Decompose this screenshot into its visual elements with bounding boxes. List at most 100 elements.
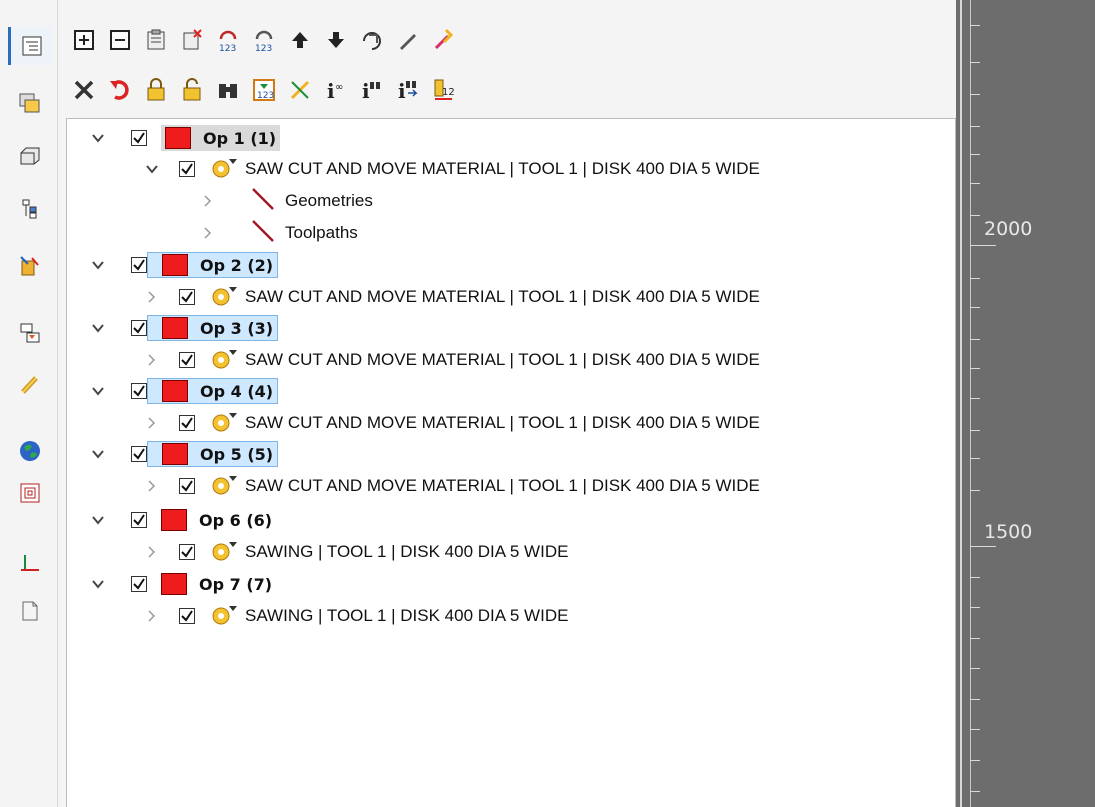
renumber-button[interactable]: 123 xyxy=(210,23,246,57)
ruler-tick xyxy=(970,577,980,578)
graphics-viewport[interactable]: 2000 1500 xyxy=(956,0,1095,807)
op-7-checkbox[interactable] xyxy=(131,576,147,592)
tree-tab-icon[interactable] xyxy=(8,190,52,228)
chevron-right-icon[interactable] xyxy=(199,224,217,242)
toolpath-checkbox[interactable] xyxy=(179,289,195,305)
chevron-down-icon[interactable] xyxy=(89,445,107,463)
layers-manager-icon[interactable] xyxy=(8,474,52,512)
toolpath-checkbox[interactable] xyxy=(179,352,195,368)
toolpaths-tab-icon[interactable] xyxy=(8,27,52,65)
tree-row-op-7[interactable]: Op 7 (7) xyxy=(89,569,276,599)
op-7-label-box[interactable]: Op 7 (7) xyxy=(147,571,276,597)
ruler-tick xyxy=(970,126,980,127)
regenerate-button[interactable] xyxy=(354,23,390,57)
collapse-all-button[interactable] xyxy=(102,23,138,57)
op-6-label-box[interactable]: Op 6 (6) xyxy=(147,507,276,533)
op-1-checkbox[interactable] xyxy=(131,130,147,146)
delete-document-button[interactable] xyxy=(174,23,210,57)
pencil-button[interactable] xyxy=(390,23,426,57)
tree-row-op-3[interactable]: Op 3 (3) xyxy=(89,313,279,343)
statistics-button[interactable] xyxy=(282,73,318,107)
tree-row-op-1[interactable]: Op 1 (1) xyxy=(89,123,281,153)
tree-row-op-7-toolpath[interactable]: SAWING | TOOL 1 | DISK 400 DIA 5 WIDE xyxy=(143,601,568,631)
tree-row-op-3-toolpath[interactable]: SAW CUT AND MOVE MATERIAL | TOOL 1 | DIS… xyxy=(143,345,760,375)
chevron-right-icon[interactable] xyxy=(143,607,161,625)
solids-tab-icon[interactable] xyxy=(8,137,52,175)
chevron-down-icon[interactable] xyxy=(89,382,107,400)
tree-row-op-2-toolpath[interactable]: SAW CUT AND MOVE MATERIAL | TOOL 1 | DIS… xyxy=(143,282,760,312)
tree-row-geometries[interactable]: Geometries xyxy=(199,186,373,216)
info-find-button[interactable]: i xyxy=(354,73,390,107)
toolpath-checkbox[interactable] xyxy=(179,608,195,624)
tree-row-op-1-toolpath[interactable]: SAW CUT AND MOVE MATERIAL | TOOL 1 | DIS… xyxy=(143,154,760,184)
op-7-label: Op 7 (7) xyxy=(199,574,273,594)
op-4-label-box[interactable]: Op 4 (4) xyxy=(147,378,279,404)
lock-button[interactable] xyxy=(138,73,174,107)
saw-toolpath-icon xyxy=(209,473,239,499)
tree-row-op-5[interactable]: Op 5 (5) xyxy=(89,439,279,469)
expand-all-button[interactable] xyxy=(66,23,102,57)
unlock-button[interactable] xyxy=(174,73,210,107)
ruler-tick xyxy=(970,25,980,26)
op-6-checkbox[interactable] xyxy=(131,512,147,528)
chevron-down-icon[interactable] xyxy=(143,160,161,178)
tree-row-op-2[interactable]: Op 2 (2) xyxy=(89,250,279,280)
op-3-label: Op 3 (3) xyxy=(200,318,274,338)
info-move-button[interactable]: i xyxy=(390,73,426,107)
delete-button[interactable] xyxy=(66,73,102,107)
op-3-label-box[interactable]: Op 3 (3) xyxy=(147,315,279,341)
renumber-ops-button[interactable]: 123 xyxy=(246,73,282,107)
toolpath-checkbox[interactable] xyxy=(179,415,195,431)
op-1-label-box[interactable]: Op 1 (1) xyxy=(161,125,281,151)
toolpath-checkbox[interactable] xyxy=(179,544,195,560)
link-tab-icon[interactable] xyxy=(8,366,52,404)
op-5-checkbox[interactable] xyxy=(131,446,147,462)
op-2-label: Op 2 (2) xyxy=(200,255,274,275)
chevron-right-icon[interactable] xyxy=(143,543,161,561)
geometry-line-icon xyxy=(251,187,275,215)
op-3-checkbox[interactable] xyxy=(131,320,147,336)
tree-row-op-4-toolpath[interactable]: SAW CUT AND MOVE MATERIAL | TOOL 1 | DIS… xyxy=(143,408,760,438)
chevron-right-icon[interactable] xyxy=(143,288,161,306)
tree-row-toolpaths[interactable]: Toolpaths xyxy=(199,218,358,248)
layers-tab-icon[interactable] xyxy=(8,84,52,122)
chevron-down-icon[interactable] xyxy=(89,511,107,529)
saw-toolpath-icon xyxy=(209,347,239,373)
globe-tab-icon[interactable] xyxy=(8,432,52,470)
toolpath-checkbox[interactable] xyxy=(179,161,195,177)
magic-wand-button[interactable] xyxy=(426,23,462,57)
find-binoculars-button[interactable] xyxy=(210,73,246,107)
toolpath-checkbox[interactable] xyxy=(179,478,195,494)
toolpath-transform-icon[interactable] xyxy=(8,247,52,285)
transfer-tab-icon[interactable] xyxy=(8,314,52,352)
undo-button[interactable] xyxy=(102,73,138,107)
axis-tab-icon[interactable] xyxy=(8,544,52,582)
op-5-label-box[interactable]: Op 5 (5) xyxy=(147,441,279,467)
op-2-label-box[interactable]: Op 2 (2) xyxy=(147,252,279,278)
op-4-checkbox[interactable] xyxy=(131,383,147,399)
number-12-button[interactable]: 12 xyxy=(426,73,462,107)
chevron-down-icon[interactable] xyxy=(89,129,107,147)
tree-row-op-6-toolpath[interactable]: SAWING | TOOL 1 | DISK 400 DIA 5 WIDE xyxy=(143,537,568,567)
tree-row-op-6[interactable]: Op 6 (6) xyxy=(89,505,276,535)
chevron-right-icon[interactable] xyxy=(143,414,161,432)
document-tab-icon[interactable] xyxy=(8,592,52,630)
op-color-swatch xyxy=(162,443,188,465)
svg-text:12: 12 xyxy=(442,87,455,98)
chevron-down-icon[interactable] xyxy=(89,575,107,593)
chevron-down-icon[interactable] xyxy=(89,256,107,274)
move-up-button[interactable] xyxy=(282,23,318,57)
move-down-button[interactable] xyxy=(318,23,354,57)
tree-row-op-4[interactable]: Op 4 (4) xyxy=(89,376,279,406)
op-2-checkbox[interactable] xyxy=(131,257,147,273)
chevron-right-icon[interactable] xyxy=(199,192,217,210)
clipboard-button[interactable] xyxy=(138,23,174,57)
chevron-right-icon[interactable] xyxy=(143,477,161,495)
ruler-label-2000: 2000 xyxy=(984,218,1033,240)
chevron-right-icon[interactable] xyxy=(143,351,161,369)
tree-row-op-5-toolpath[interactable]: SAW CUT AND MOVE MATERIAL | TOOL 1 | DIS… xyxy=(143,471,760,501)
renumber-alt-button[interactable]: 123 xyxy=(246,23,282,57)
chevron-down-icon[interactable] xyxy=(89,319,107,337)
ruler-tick xyxy=(970,307,980,308)
info-button[interactable]: i ∞ xyxy=(318,73,354,107)
